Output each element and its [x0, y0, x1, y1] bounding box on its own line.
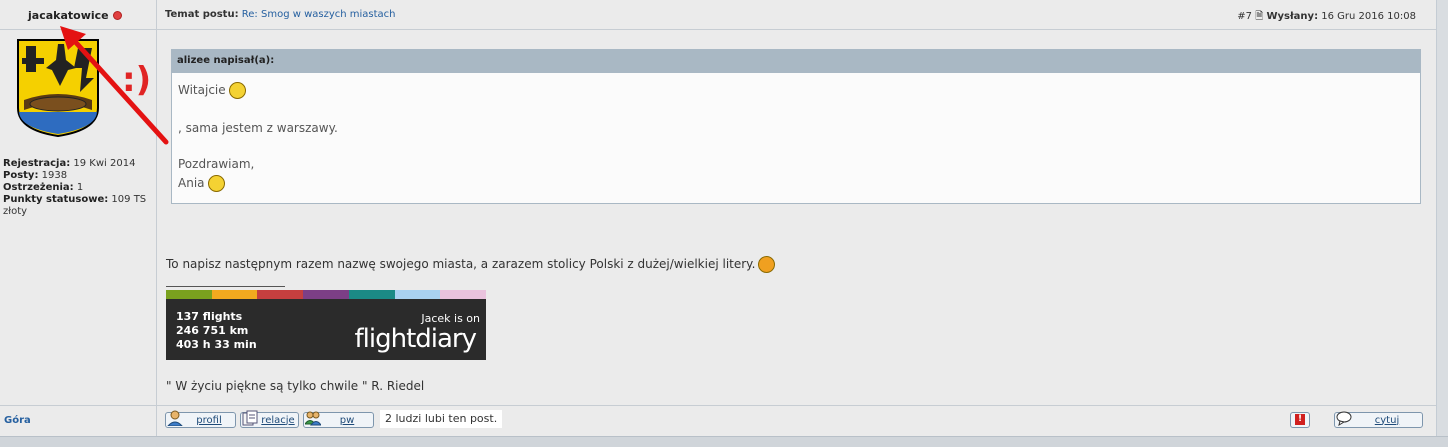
quote-line: , sama jestem z warszawy.	[178, 121, 338, 135]
warning-icon: !	[1295, 414, 1305, 425]
status-points-label: Punkty statusowe:	[3, 194, 109, 205]
sent-date: 16 Gru 2016 10:08	[1321, 11, 1416, 22]
header-divider	[0, 29, 1436, 30]
flight-distance: 246 751 km	[176, 324, 249, 337]
quote-header: alizee napisał(a):	[171, 49, 1421, 73]
flight-time: 403 h 33 min	[176, 338, 257, 351]
sent-label: Wysłany:	[1266, 11, 1319, 22]
nerd-emoticon-icon	[207, 175, 225, 192]
red-arrow-icon	[60, 26, 169, 145]
quote-line: Witajcie	[178, 82, 246, 99]
post-message: To napisz następnym razem nazwę swojego …	[166, 256, 776, 273]
post-meta: #7 🗎 Wysłany: 16 Gru 2016 10:08	[1237, 9, 1416, 26]
topic-row: Temat postu: Re: Smog w waszych miastach	[165, 9, 396, 20]
private-message-button[interactable]: pw	[303, 411, 374, 428]
status-points-value: 109 TS	[111, 194, 147, 205]
quote-body: Witajcie , sama jestem z warszawy. Pozdr…	[171, 73, 1421, 204]
color-stripe	[166, 290, 212, 299]
user-icon	[167, 410, 183, 426]
registration-label: Rejestracja:	[3, 158, 71, 169]
topic-link[interactable]: Re: Smog w waszych miastach	[242, 9, 396, 20]
warnings-value: 1	[76, 182, 84, 193]
relations-icon	[242, 410, 258, 426]
top-link[interactable]: Góra	[4, 415, 31, 426]
flightdiary-logo: flightdiary	[354, 324, 477, 354]
posts-value: 1938	[41, 170, 68, 181]
post-icon: 🗎	[1255, 11, 1264, 22]
signature-divider	[166, 286, 285, 287]
footer-divider	[0, 405, 1436, 406]
emoticon-text: :)	[122, 60, 152, 100]
profile-button[interactable]: profil	[165, 410, 236, 428]
quote-button[interactable]: cytuj	[1334, 411, 1423, 428]
speech-bubble-icon	[1336, 411, 1352, 426]
color-stripe	[394, 290, 441, 299]
flightdiary-banner[interactable]: 137 flights 246 751 km 403 h 33 min Jace…	[166, 290, 487, 360]
quote-line: Pozdrawiam,	[178, 157, 255, 171]
color-stripe	[440, 290, 487, 299]
post-container: jacakatowice :) Rejestracja: 19 Kwi 2014…	[0, 0, 1437, 436]
bottom-separator	[0, 436, 1448, 447]
devil-emoticon-icon	[758, 256, 776, 273]
post-number[interactable]: #7	[1237, 11, 1252, 22]
registration-value: 19 Kwi 2014	[73, 158, 136, 169]
quote-author: alizee napisał(a):	[177, 55, 275, 66]
posts-label: Posty:	[3, 170, 39, 181]
topic-label: Temat postu:	[165, 9, 239, 20]
users-icon	[305, 411, 321, 426]
color-stripe	[211, 290, 258, 299]
signature-quote: " W życiu piękne są tylko chwile " R. Ri…	[166, 379, 425, 393]
color-stripes	[166, 290, 487, 299]
smile-emoticon-icon	[228, 82, 246, 99]
flights-count: 137 flights	[176, 310, 243, 323]
quote-line: Ania	[178, 175, 225, 192]
flight-stats: 137 flights 246 751 km 403 h 33 min	[176, 310, 257, 352]
color-stripe	[303, 290, 349, 299]
relations-button[interactable]: relacje	[240, 410, 299, 428]
warnings-label: Ostrzeżenia:	[3, 182, 74, 193]
likes-count[interactable]: 2 ludzi lubi ten post.	[380, 410, 503, 428]
author-name[interactable]: jacakatowice	[28, 9, 109, 22]
user-rank: złoty	[3, 206, 28, 217]
report-button[interactable]: !	[1290, 412, 1310, 428]
online-status-icon	[113, 11, 122, 20]
color-stripe	[348, 290, 395, 299]
user-info: Rejestracja: 19 Kwi 2014 Posty: 1938 Ost…	[3, 158, 153, 218]
color-stripe	[257, 290, 304, 299]
